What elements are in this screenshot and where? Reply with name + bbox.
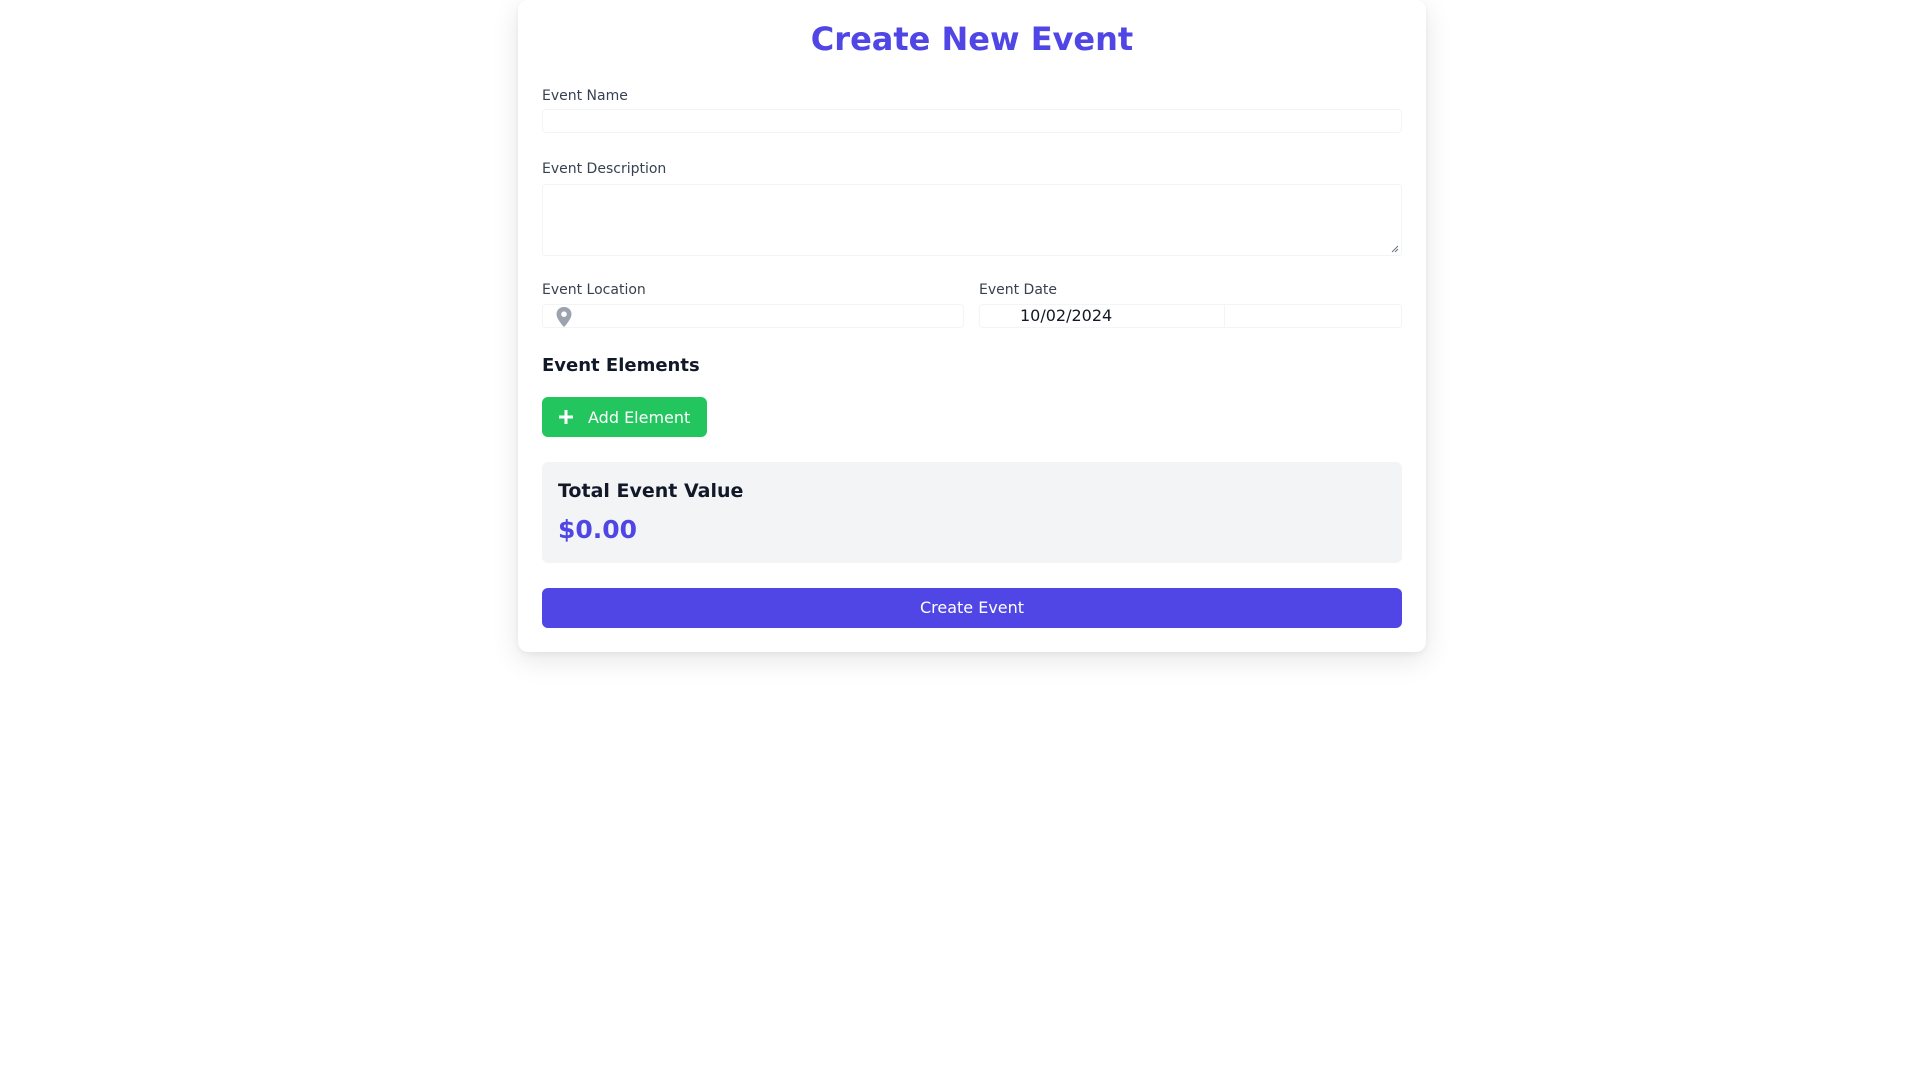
plus-icon [559, 410, 573, 424]
event-date-value: 10/02/2024 [1020, 306, 1113, 325]
event-date-input[interactable]: 10/02/2024 [979, 304, 1402, 328]
event-location-input[interactable] [542, 304, 964, 328]
map-pin-icon [556, 307, 572, 327]
event-location-label: Event Location [542, 282, 646, 298]
add-element-button[interactable]: Add Element [542, 397, 707, 437]
event-description-label: Event Description [542, 161, 667, 177]
event-name-label: Event Name [542, 88, 628, 104]
event-name-input[interactable] [542, 109, 1402, 133]
resize-handle-icon[interactable] [1391, 245, 1399, 253]
total-value-panel: Total Event Value $0.00 [542, 462, 1402, 563]
total-value-amount: $0.00 [558, 515, 638, 544]
page-title: Create New Event [810, 20, 1134, 58]
event-description-textarea[interactable] [542, 184, 1402, 256]
create-event-button[interactable]: Create Event [542, 588, 1402, 628]
add-element-label: Add Element [588, 407, 691, 427]
total-value-label: Total Event Value [558, 480, 744, 502]
event-date-label: Event Date [979, 282, 1058, 298]
create-event-card: Create New Event Event Name Event Descri… [518, 0, 1426, 652]
event-elements-heading: Event Elements [542, 355, 700, 376]
